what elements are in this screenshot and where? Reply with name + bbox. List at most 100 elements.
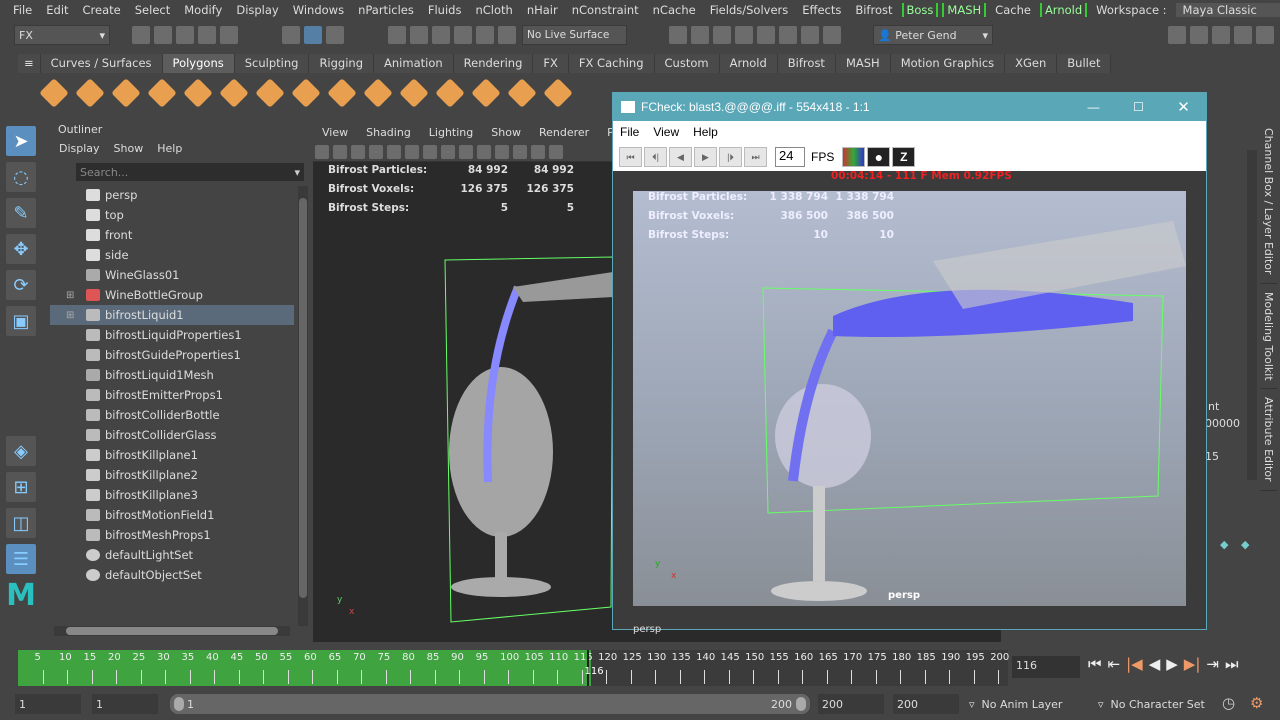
outliner-toggle-icon[interactable] (1190, 26, 1208, 44)
open-scene-icon[interactable] (154, 26, 172, 44)
menu-select[interactable]: Select (128, 3, 177, 17)
last-frame-button[interactable]: ⏭ (744, 147, 767, 167)
combine-icon[interactable] (399, 78, 429, 108)
outliner-search-input[interactable]: Search... ▾ (76, 163, 304, 181)
menu-bifrost[interactable]: Bifrost (848, 3, 899, 17)
step-back-frame-icon[interactable]: |◀ (1126, 655, 1143, 673)
arnold-settings-icon[interactable] (823, 26, 841, 44)
first-frame-button[interactable]: ⏮ (619, 147, 642, 167)
separate-icon[interactable] (435, 78, 465, 108)
undo-icon[interactable] (198, 26, 216, 44)
poly-cone-icon[interactable] (147, 78, 177, 108)
tab-mash[interactable]: MASH (835, 54, 891, 73)
tab-rigging[interactable]: Rigging (309, 54, 375, 73)
range-slider[interactable]: 1 200 (170, 694, 810, 714)
lasso-tool-icon[interactable]: ◌ (6, 162, 36, 192)
outliner-item[interactable]: bifrostMotionField1 (50, 505, 294, 525)
current-frame-field[interactable]: 116 (1012, 656, 1080, 678)
select-hierarchy-icon[interactable] (282, 26, 300, 44)
time-slider[interactable]: 5 10 15 20 25 30 35 40 45 50 55 60 65 70 75 80 85 90 95 100… (18, 650, 1009, 686)
extrude-icon[interactable] (471, 78, 501, 108)
attribute-editor-toggle-icon[interactable] (1234, 26, 1252, 44)
select-tool-icon[interactable]: ➤ (6, 126, 36, 156)
menu-ncloth[interactable]: nCloth (468, 3, 519, 17)
playback-start-field[interactable]: 1 (92, 694, 158, 714)
snap-point-icon[interactable] (432, 26, 450, 44)
outliner-item[interactable]: bifrostEmitterProps1 (50, 385, 294, 405)
step-forward-frame-icon[interactable]: ▶| (1184, 655, 1201, 673)
alpha-channel-button[interactable]: ● (867, 147, 891, 167)
minimize-icon[interactable]: — (1071, 100, 1116, 114)
animation-end-field[interactable]: 200 (893, 694, 959, 714)
single-pane-layout-icon[interactable]: ◈ (6, 436, 36, 466)
outliner-item[interactable]: WineGlass01 (50, 265, 294, 285)
outliner-item[interactable]: bifrostKillplane3 (50, 485, 294, 505)
maximize-icon[interactable]: ☐ (1116, 100, 1161, 114)
animation-preferences-icon[interactable]: ⚙ (1250, 694, 1263, 712)
outliner-item[interactable]: bifrostColliderBottle (50, 405, 294, 425)
tab-modeling-toolkit[interactable]: Modeling Toolkit (1260, 284, 1277, 390)
outliner-item[interactable]: bifrostColliderGlass (50, 425, 294, 445)
poly-type-icon[interactable] (327, 78, 357, 108)
move-tool-icon[interactable]: ✥ (6, 234, 36, 264)
snap-curve-icon[interactable] (410, 26, 428, 44)
menu-nparticles[interactable]: nParticles (351, 3, 421, 17)
tab-arnold[interactable]: Arnold (719, 54, 778, 73)
ipr-render-icon[interactable] (713, 26, 731, 44)
select-component-icon[interactable] (326, 26, 344, 44)
outliner-item[interactable]: bifrostLiquid1Mesh (50, 365, 294, 385)
play-forward-icon[interactable]: ▶ (1166, 655, 1178, 673)
four-pane-layout-icon[interactable]: ⊞ (6, 472, 36, 502)
fcheck-menu-file[interactable]: File (613, 125, 646, 139)
z-depth-button[interactable]: Z (892, 147, 916, 167)
render-frame-icon[interactable] (669, 26, 687, 44)
step-back-button[interactable]: ⏴| (644, 147, 667, 167)
bevel-icon[interactable] (543, 78, 573, 108)
tab-polygons[interactable]: Polygons (162, 54, 235, 73)
paint-select-tool-icon[interactable]: ✎ (6, 198, 36, 228)
fps-input[interactable]: 24 (775, 147, 805, 167)
menu-fluids[interactable]: Fluids (421, 3, 469, 17)
step-forward-button[interactable]: |⏵ (719, 147, 742, 167)
menu-boss[interactable]: Boss (901, 3, 939, 17)
outliner-menu-display[interactable]: Display (52, 142, 107, 155)
tab-fx-caching[interactable]: FX Caching (568, 54, 655, 73)
outliner-item[interactable]: ⊞ bifrostLiquid1 (50, 305, 294, 325)
outliner-layout-icon[interactable]: ☰ (6, 544, 36, 574)
poly-pyramid-icon[interactable] (255, 78, 285, 108)
tab-curves-surfaces[interactable]: Curves / Surfaces (40, 54, 163, 73)
expand-icon[interactable]: ⊞ (66, 290, 86, 301)
live-surface-field[interactable]: No Live Surface (522, 25, 627, 45)
scale-tool-icon[interactable]: ▣ (6, 306, 36, 336)
tool-settings-toggle-icon[interactable] (1256, 26, 1274, 44)
tab-motion-graphics[interactable]: Motion Graphics (890, 54, 1006, 73)
menu-arnold[interactable]: Arnold (1039, 3, 1088, 17)
menu-create[interactable]: Create (76, 3, 128, 17)
outliner-item[interactable]: bifrostGuideProperties1 (50, 345, 294, 365)
outliner-item[interactable]: bifrostLiquidProperties1 (50, 325, 294, 345)
menu-fieldssolvers[interactable]: Fields/Solvers (703, 3, 796, 17)
play-backward-button[interactable]: ◀ (669, 147, 692, 167)
hypershade-icon[interactable] (757, 26, 775, 44)
outliner-item[interactable]: bifrostKillplane2 (50, 465, 294, 485)
redo-icon[interactable] (220, 26, 238, 44)
menu-file[interactable]: File (6, 3, 39, 17)
render-settings-icon[interactable] (735, 26, 753, 44)
bridge-icon[interactable] (507, 78, 537, 108)
poly-cube-icon[interactable] (75, 78, 105, 108)
go-to-end-icon[interactable]: ⏭ (1225, 655, 1239, 673)
go-to-start-icon[interactable]: ⏮ (1088, 655, 1102, 673)
outliner-item[interactable]: ⊞ WineBottleGroup (50, 285, 294, 305)
fcheck-menu-help[interactable]: Help (686, 125, 725, 139)
animation-start-field[interactable]: 1 (15, 694, 81, 714)
rgb-channel-button[interactable] (842, 147, 866, 167)
poly-svg-icon[interactable] (363, 78, 393, 108)
tab-custom[interactable]: Custom (654, 54, 720, 73)
tab-bifrost[interactable]: Bifrost (777, 54, 836, 73)
poly-cylinder-icon[interactable] (111, 78, 141, 108)
snap-surface-icon[interactable] (476, 26, 494, 44)
menu-nconstraint[interactable]: nConstraint (565, 3, 646, 17)
menuset-dropdown[interactable]: FX ▾ (14, 25, 110, 45)
poly-pipe-icon[interactable] (291, 78, 321, 108)
menu-mash[interactable]: MASH (942, 3, 987, 17)
